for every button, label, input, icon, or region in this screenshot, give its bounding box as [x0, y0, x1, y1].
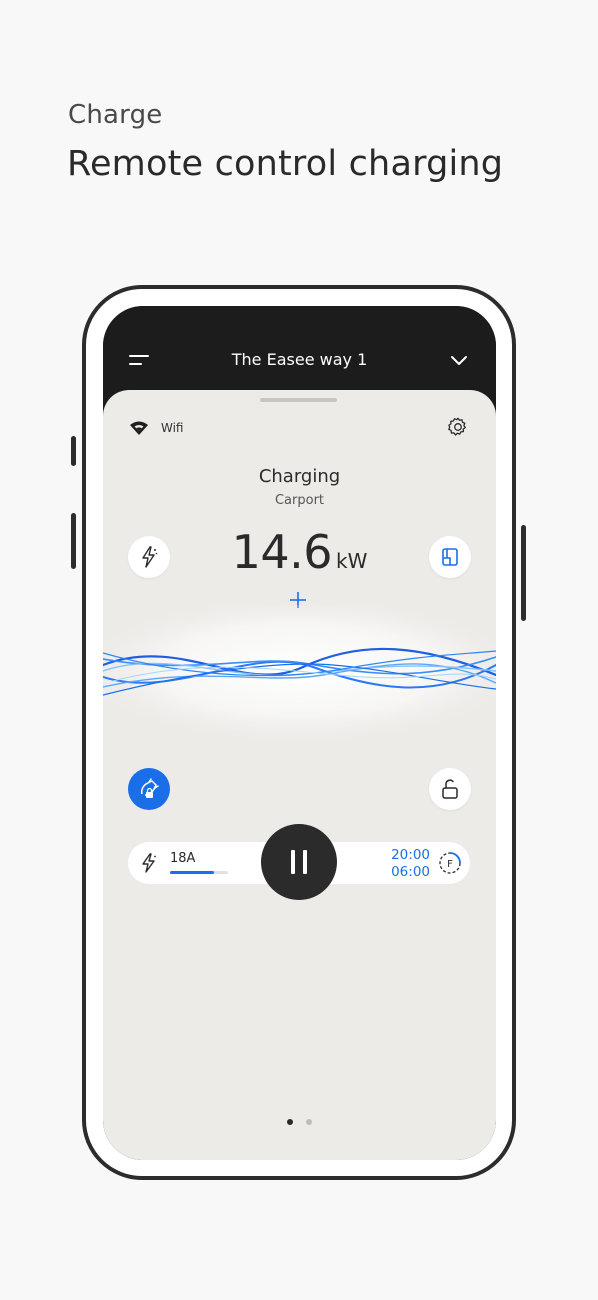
power-unit: kW [336, 549, 368, 573]
site-selector-title[interactable]: The Easee way 1 [103, 350, 496, 369]
site-layout-button[interactable] [429, 536, 471, 578]
pause-charging-button[interactable] [261, 824, 337, 900]
section-eyebrow: Charge [68, 100, 163, 130]
current-limit-fill [170, 871, 214, 874]
schedule-end-time: 06:00 [391, 864, 430, 880]
charging-status: Charging [258, 466, 341, 487]
charger-location: Carport [274, 493, 325, 508]
cable-lock-button[interactable] [429, 768, 471, 810]
chevron-down-icon[interactable] [450, 354, 468, 366]
schedule-dial-icon[interactable]: F [438, 851, 462, 875]
page-dot-active[interactable] [286, 1119, 293, 1125]
drag-handle[interactable] [260, 398, 337, 402]
page-dot[interactable] [306, 1119, 313, 1125]
schedule-dial-letter: F [447, 859, 453, 870]
charger-site-icon [442, 548, 458, 566]
unlock-icon [442, 779, 458, 799]
wifi-icon [130, 421, 148, 435]
charging-wave-animation [103, 605, 496, 740]
charging-schedule[interactable]: 20:00 06:00 [391, 847, 430, 881]
bolt-sparkle-icon [142, 853, 156, 873]
phone-side-button [71, 436, 76, 466]
plug-lock-button[interactable] [128, 768, 170, 810]
current-limit-slider[interactable] [170, 871, 228, 874]
schedule-start-time: 20:00 [391, 847, 430, 863]
current-limit-label[interactable]: 18A [170, 851, 195, 866]
charger-panel: Wifi Charging Carport 14.6 kW 18A 20:00 … [103, 390, 496, 1160]
phone-side-button [71, 513, 76, 569]
phone-screen: The Easee way 1 Wifi Charging Carport 14… [103, 306, 496, 1160]
section-headline: Remote control charging [67, 144, 504, 184]
power-value: 14.6 [231, 525, 333, 579]
phone-side-button [521, 525, 526, 621]
gear-icon[interactable] [447, 416, 469, 438]
page-indicator [103, 1110, 496, 1129]
connection-label: Wifi [161, 421, 184, 435]
plug-lock-icon [141, 778, 159, 798]
